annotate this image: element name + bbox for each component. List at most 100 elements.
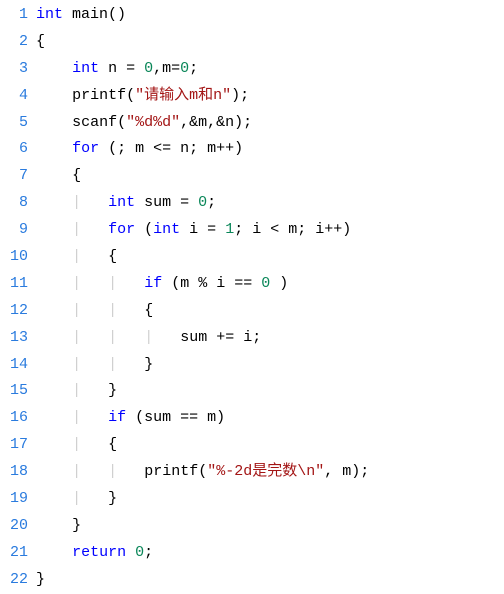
code-line: for (; m <= n; m++) — [36, 136, 504, 163]
code-line: | if (sum == m) — [36, 405, 504, 432]
code-line: | } — [36, 378, 504, 405]
line-number: 17 — [0, 432, 28, 459]
token-p — [126, 544, 135, 561]
token-p: (sum == m) — [126, 409, 225, 426]
token-s: "请输入m和n" — [135, 87, 231, 104]
token-k: int — [153, 221, 180, 238]
line-number: 1 — [0, 2, 28, 29]
indent: | — [36, 382, 108, 399]
indent: | | — [36, 302, 144, 319]
code-line: | | if (m % i == 0 ) — [36, 271, 504, 298]
indent: | — [36, 436, 108, 453]
token-fn: printf — [144, 463, 198, 480]
indent — [36, 517, 72, 534]
token-k: int — [72, 60, 99, 77]
token-p: (m % i == — [162, 275, 261, 292]
token-k: int — [108, 194, 135, 211]
code-line: | int sum = 0; — [36, 190, 504, 217]
code-line: { — [36, 29, 504, 56]
code-line: return 0; — [36, 540, 504, 567]
token-p: { — [36, 33, 45, 50]
line-number: 14 — [0, 352, 28, 379]
token-p: } — [72, 517, 81, 534]
token-s: "%d%d" — [126, 114, 180, 131]
indent: | — [36, 409, 108, 426]
line-number: 2 — [0, 29, 28, 56]
code-line: int n = 0,m=0; — [36, 56, 504, 83]
token-s: "%-2d是完数\n" — [207, 463, 324, 480]
line-number-gutter: 12345678910111213141516171819202122 — [0, 0, 36, 591]
token-k: return — [72, 544, 126, 561]
code-line: | } — [36, 486, 504, 513]
code-line: scanf("%d%d",&m,&n); — [36, 110, 504, 137]
code-line: | { — [36, 244, 504, 271]
code-line: | | printf("%-2d是完数\n", m); — [36, 459, 504, 486]
token-p: ; — [207, 194, 216, 211]
indent — [36, 140, 72, 157]
line-number: 19 — [0, 486, 28, 513]
code-line: { — [36, 163, 504, 190]
token-p: ) — [270, 275, 288, 292]
token-p: , m); — [324, 463, 369, 480]
indent — [36, 87, 72, 104]
token-p: (; m <= n; m++) — [99, 140, 243, 157]
code-editor: 12345678910111213141516171819202122 int … — [0, 0, 504, 591]
indent — [36, 114, 72, 131]
line-number: 16 — [0, 405, 28, 432]
indent — [36, 60, 72, 77]
code-line: printf("请输入m和n"); — [36, 83, 504, 110]
token-p: n = — [99, 60, 144, 77]
token-n: 1 — [225, 221, 234, 238]
indent: | | — [36, 275, 144, 292]
token-p: ,&m,&n); — [180, 114, 252, 131]
indent — [36, 167, 72, 184]
token-p: ( — [198, 463, 207, 480]
token-p: { — [108, 248, 117, 265]
indent: | | — [36, 356, 144, 373]
token-k: for — [108, 221, 135, 238]
indent: | | — [36, 463, 144, 480]
code-line: | | { — [36, 298, 504, 325]
code-line: int main() — [36, 2, 504, 29]
token-p: sum = — [135, 194, 198, 211]
token-p: ( — [117, 114, 126, 131]
token-n: 0 — [261, 275, 270, 292]
token-p: { — [72, 167, 81, 184]
token-p: ,m= — [153, 60, 180, 77]
indent: | — [36, 194, 108, 211]
line-number: 12 — [0, 298, 28, 325]
line-number: 20 — [0, 513, 28, 540]
token-p: i = — [180, 221, 225, 238]
indent: | | | — [36, 329, 180, 346]
token-n: 0 — [198, 194, 207, 211]
token-p: } — [108, 490, 117, 507]
token-p: main() — [63, 6, 126, 23]
token-n: 0 — [144, 60, 153, 77]
token-p: { — [108, 436, 117, 453]
token-k: if — [108, 409, 126, 426]
line-number: 5 — [0, 110, 28, 137]
line-number: 9 — [0, 217, 28, 244]
code-line: | for (int i = 1; i < m; i++) — [36, 217, 504, 244]
token-p: ); — [231, 87, 249, 104]
token-p: ; i < m; i++) — [234, 221, 351, 238]
token-p: } — [36, 571, 45, 588]
token-p: sum += i; — [180, 329, 261, 346]
line-number: 22 — [0, 567, 28, 594]
line-number: 18 — [0, 459, 28, 486]
line-number: 6 — [0, 136, 28, 163]
indent — [36, 544, 72, 561]
token-n: 0 — [180, 60, 189, 77]
line-number: 4 — [0, 83, 28, 110]
token-p: ( — [126, 87, 135, 104]
indent: | — [36, 248, 108, 265]
token-fn: scanf — [72, 114, 117, 131]
token-p: { — [144, 302, 153, 319]
indent: | — [36, 490, 108, 507]
line-number: 7 — [0, 163, 28, 190]
line-number: 10 — [0, 244, 28, 271]
indent: | — [36, 221, 108, 238]
code-area: int main(){ int n = 0,m=0; printf("请输入m和… — [36, 0, 504, 591]
token-p: ; — [144, 544, 153, 561]
token-n: 0 — [135, 544, 144, 561]
